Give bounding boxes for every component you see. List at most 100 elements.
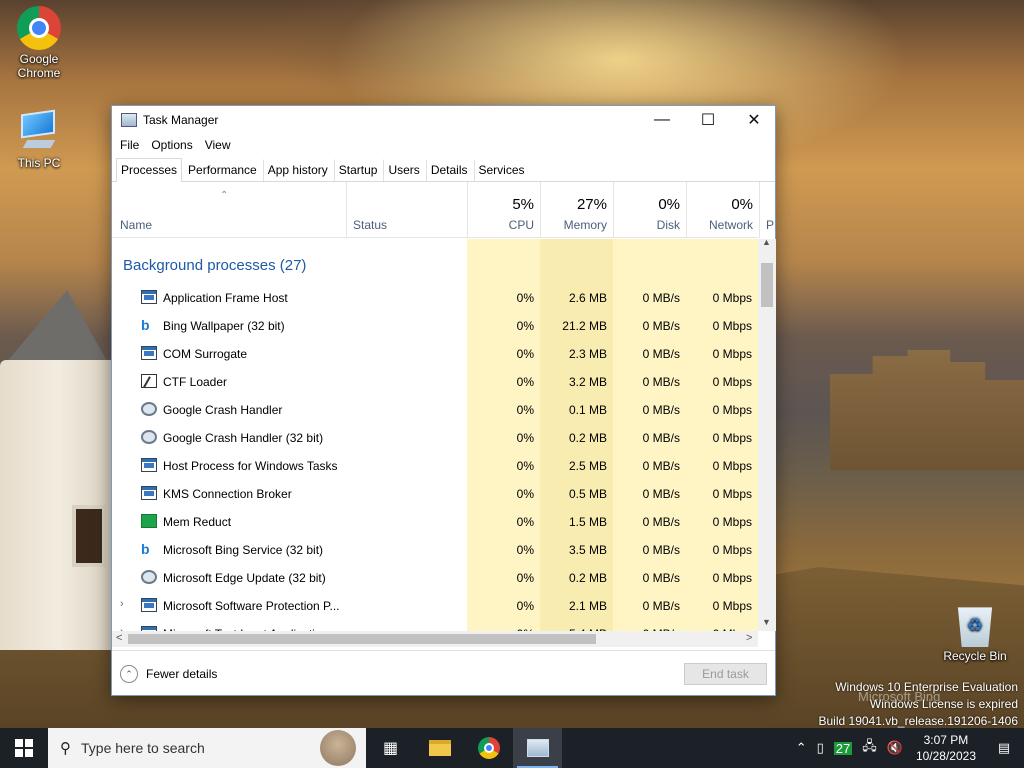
maximize-button[interactable]: ☐ [685, 106, 731, 134]
chrome-taskbar-button[interactable] [464, 728, 513, 768]
table-row[interactable]: Google Crash Handler 0% 0.1 MB 0 MB/s 0 Mbps [112, 396, 758, 424]
table-row[interactable]: Microsoft Edge Update (32 bit) 0% 0.2 MB 0 … [112, 564, 758, 592]
network-icon[interactable]: 🖧 [862, 737, 877, 759]
menu-view[interactable]: View [205, 138, 231, 152]
app-window-icon [141, 486, 157, 500]
file-explorer-button[interactable] [415, 728, 464, 768]
process-cpu-value: 0% [516, 375, 534, 389]
tab-services[interactable]: Services [473, 159, 530, 181]
search-box[interactable]: ⚲ Type here to search [48, 728, 366, 768]
table-row[interactable]: b Bing Wallpaper (32 bit) 0% 21.2 MB 0 MB/s 0… [112, 312, 758, 340]
desktop-icon-this-pc[interactable]: This PC [1, 109, 77, 170]
memory-chip-icon [141, 514, 157, 528]
vertical-scrollbar[interactable]: ▲ ▼ [758, 237, 776, 631]
power-label: P [766, 218, 775, 232]
minimize-button[interactable]: — [639, 106, 685, 134]
horizontal-scroll-thumb[interactable] [128, 634, 596, 644]
column-disk[interactable]: 0% Disk [613, 182, 686, 238]
process-net-value: 0 Mbps [712, 291, 752, 305]
table-row[interactable]: Google Crash Handler (32 bit) 0% 0.2 MB 0 M… [112, 424, 758, 452]
process-name: COM Surrogate [163, 347, 248, 361]
windmill-roof [0, 290, 112, 370]
gear-icon [141, 570, 157, 584]
column-power[interactable]: P [759, 182, 775, 238]
desktop-icon-chrome[interactable]: Google Chrome [1, 6, 77, 80]
tray-app-icon[interactable]: ▯ [817, 740, 824, 756]
tray-badge[interactable]: 27 [833, 741, 853, 755]
process-mem-value: 2.6 MB [568, 291, 607, 305]
windmill-door [72, 505, 106, 567]
start-button[interactable] [0, 728, 48, 768]
fewer-details-button[interactable]: ⌃ Fewer details [120, 665, 217, 683]
process-name: Google Crash Handler [163, 403, 283, 417]
memory-total: 27% [576, 196, 607, 213]
task-view-button[interactable]: ▦ [366, 728, 415, 768]
clock[interactable]: 3:07 PM 10/28/2023 [916, 732, 976, 764]
horizontal-scrollbar[interactable]: < > [112, 631, 758, 647]
task-manager-taskbar-button[interactable] [513, 728, 562, 768]
tab-performance[interactable]: Performance [183, 159, 262, 181]
process-mem-value: 2.1 MB [568, 599, 607, 613]
table-row[interactable]: Mem Reduct 0% 1.5 MB 0 MB/s 0 Mbps [112, 508, 758, 536]
table-row[interactable]: Host Process for Windows Tasks 0% 2.5 MB 0 … [112, 452, 758, 480]
column-cpu[interactable]: 5% CPU [467, 182, 540, 238]
process-name: Application Frame Host [163, 291, 288, 305]
column-network[interactable]: 0% Network [686, 182, 759, 238]
end-task-button[interactable]: End task [684, 663, 767, 685]
notification-icon[interactable]: ▤ [989, 740, 1019, 756]
process-disk-value: 0 MB/s [642, 515, 680, 529]
column-status-header[interactable]: Status [346, 182, 467, 238]
table-row[interactable]: b Microsoft Bing Service (32 bit) 0% 3.5 MB… [112, 536, 758, 564]
process-cpu-value: 0% [516, 403, 534, 417]
process-net-value: 0 Mbps [712, 319, 752, 333]
tab-processes[interactable]: Processes [116, 158, 183, 182]
tab-details[interactable]: Details [425, 159, 473, 181]
process-name: KMS Connection Broker [163, 487, 292, 501]
scroll-up-icon[interactable]: ▲ [762, 237, 771, 247]
table-row[interactable]: Application Frame Host 0% 2.6 MB 0 MB/s 0 Mb… [112, 284, 758, 312]
vertical-scroll-thumb[interactable] [761, 263, 773, 307]
process-cpu-value: 0% [516, 543, 534, 557]
process-mem-value: 0.2 MB [568, 431, 607, 445]
process-mem-value: 1.5 MB [568, 515, 607, 529]
table-row[interactable]: COM Surrogate 0% 2.3 MB 0 MB/s 0 Mbps [112, 340, 758, 368]
recycle-bin-icon: ♻ [957, 607, 993, 647]
volume-muted-icon[interactable]: 🔇 [887, 740, 903, 756]
column-header: ⌃ Name Status 5% CPU 27% Memory 0% Disk … [112, 182, 774, 238]
tab-users[interactable]: Users [383, 159, 424, 181]
expand-chevron-icon[interactable]: › [120, 598, 124, 610]
cpu-label: CPU [508, 218, 534, 232]
cpu-total: 5% [512, 196, 534, 213]
desktop-icon-recycle-bin[interactable]: ♻ Recycle Bin [937, 603, 1013, 663]
scroll-left-icon[interactable]: < [116, 632, 122, 644]
process-mem-value: 2.3 MB [568, 347, 607, 361]
group-header[interactable]: Background processes (27) [123, 257, 306, 274]
menu-options[interactable]: Options [151, 138, 192, 152]
process-name: Host Process for Windows Tasks [163, 459, 338, 473]
process-name: Mem Reduct [163, 515, 232, 529]
table-row[interactable]: ›Microsoft Text Input Application0%5.4 M… [112, 620, 758, 631]
scroll-down-icon[interactable]: ▼ [762, 617, 771, 627]
process-disk-value: 0 MB/s [642, 487, 680, 501]
process-cpu-value: 0% [516, 459, 534, 473]
window-title: Task Manager [143, 113, 219, 127]
tab-startup[interactable]: Startup [333, 159, 383, 181]
table-row[interactable]: CTF Loader 0% 3.2 MB 0 MB/s 0 Mbps [112, 368, 758, 396]
process-disk-value: 0 MB/s [642, 571, 680, 585]
column-name[interactable]: Name [120, 218, 152, 232]
tab-app-history[interactable]: App history [262, 159, 333, 181]
table-row[interactable]: › Microsoft Software Protection P... 0% 2.1… [112, 592, 758, 620]
table-row[interactable]: KMS Connection Broker 0% 0.5 MB 0 MB/s 0 Mbp… [112, 480, 758, 508]
scroll-right-icon[interactable]: > [746, 632, 752, 644]
process-net-value: 0 Mbps [712, 431, 752, 445]
desktop-icon-label: Google [19, 52, 59, 66]
process-net-value: 0 Mbps [712, 571, 752, 585]
network-label: Network [708, 218, 753, 232]
menu-file[interactable]: File [120, 138, 139, 152]
process-net-value: 0 Mbps [712, 347, 752, 361]
process-disk-value: 0 MB/s [642, 459, 680, 473]
close-button[interactable]: ✕ [731, 106, 777, 134]
title-bar[interactable]: Task Manager — ☐ ✕ [112, 106, 775, 134]
show-hidden-icons-icon[interactable]: ⌃ [796, 740, 807, 756]
column-memory[interactable]: 27% Memory [540, 182, 613, 238]
